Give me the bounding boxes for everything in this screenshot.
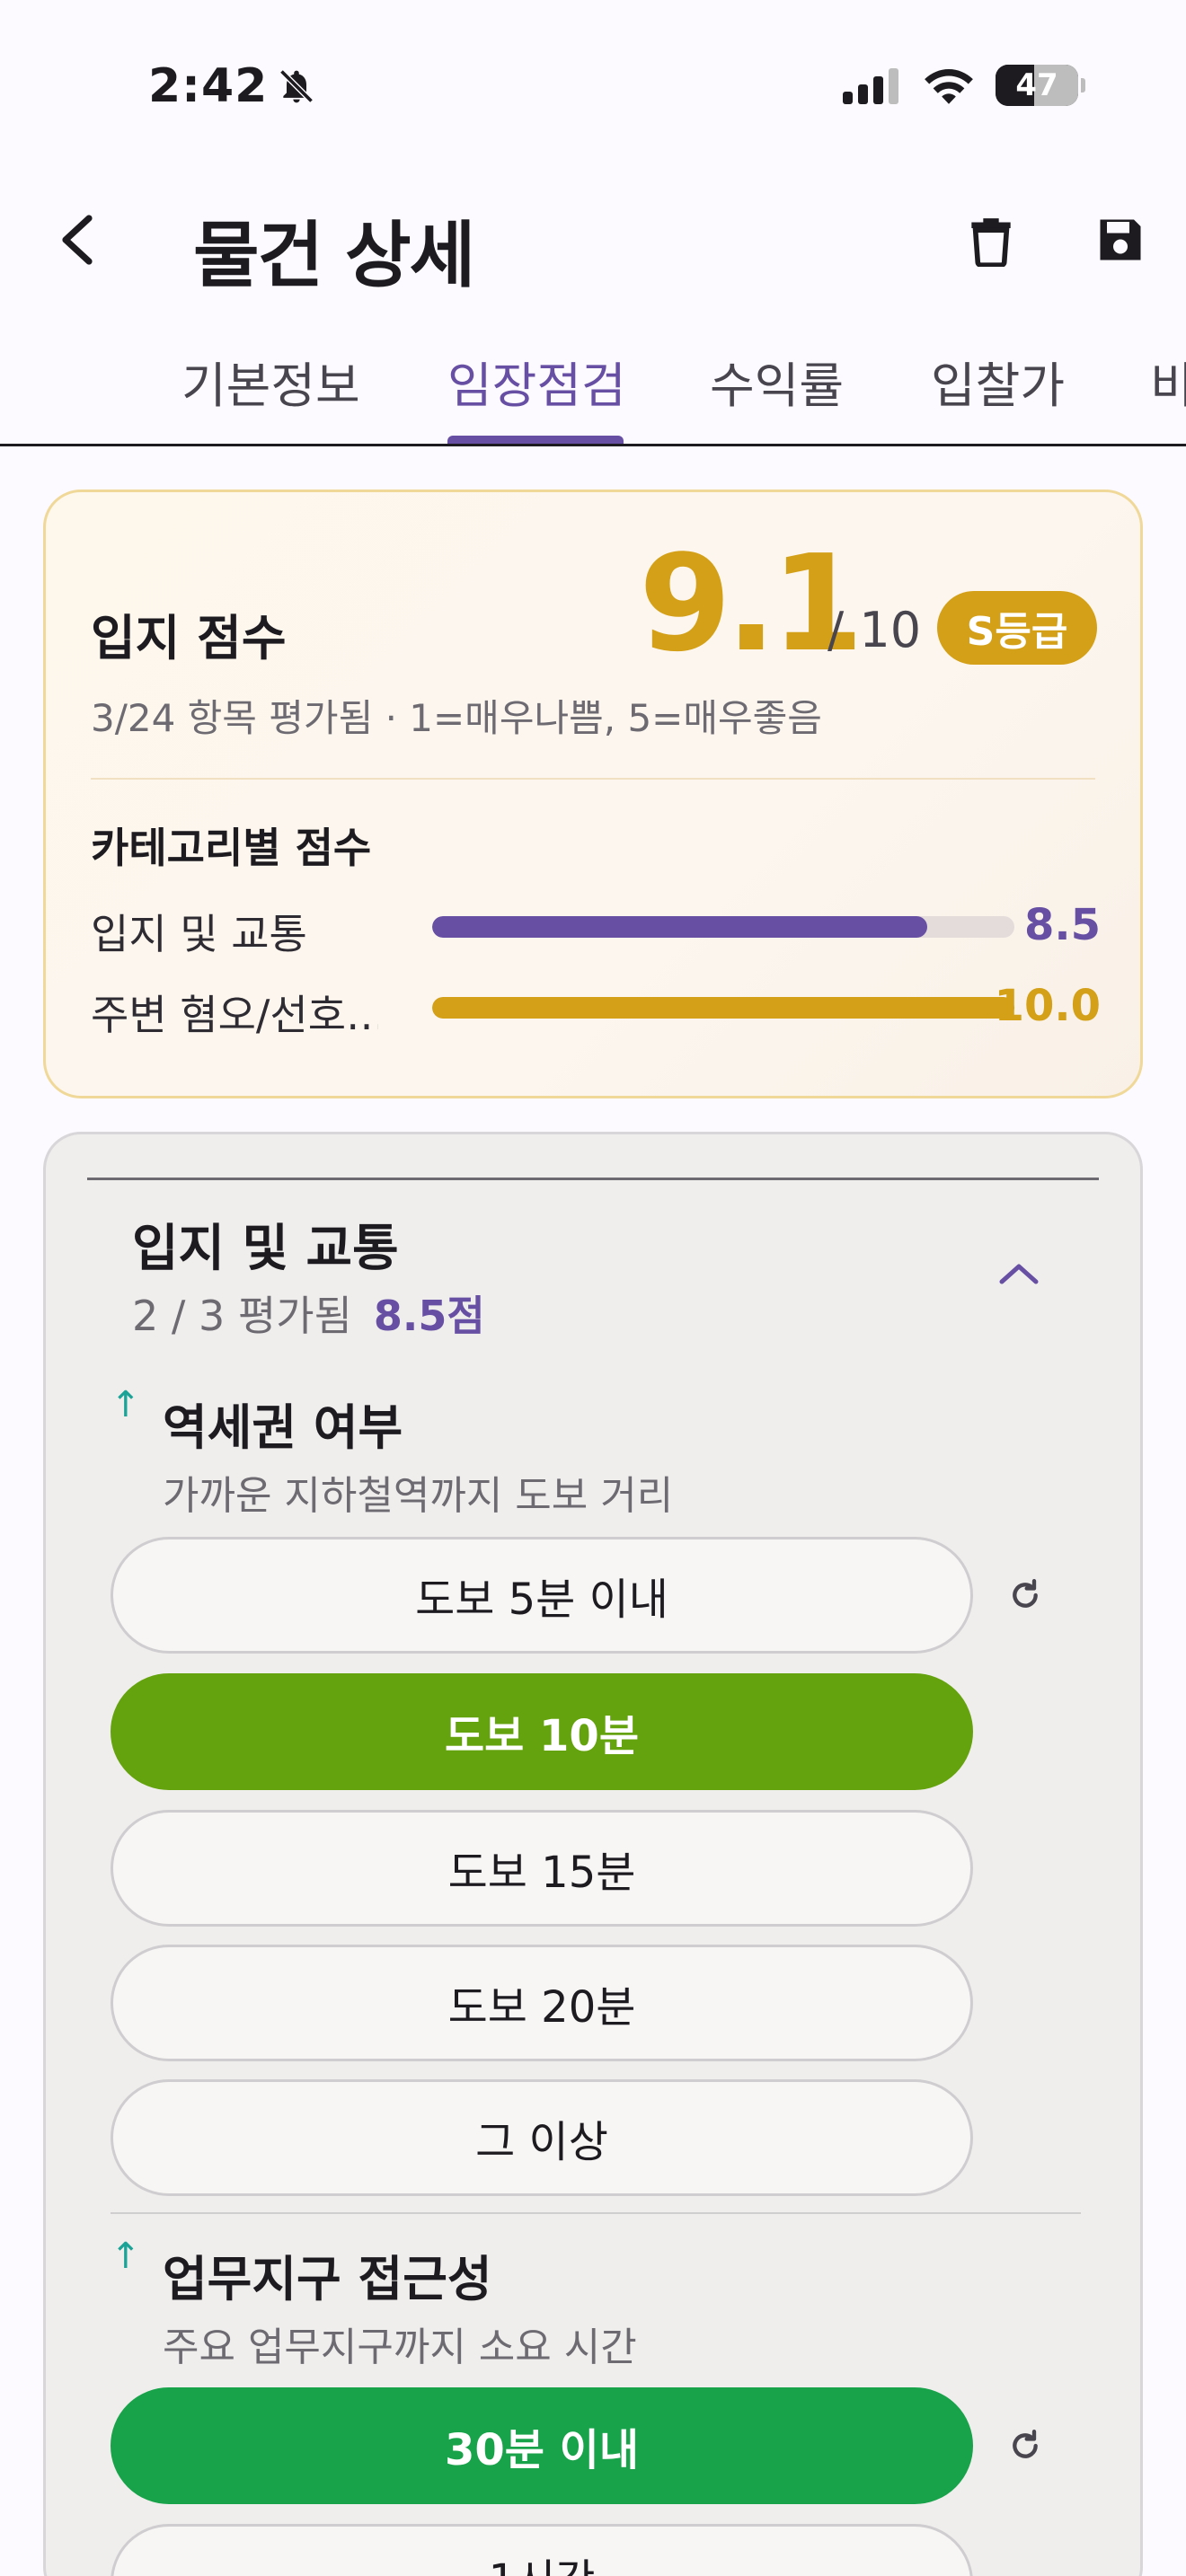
refresh-icon	[1013, 1579, 1038, 1608]
option-button[interactable]: 도보 20분	[111, 1945, 973, 2061]
category-bar-track	[432, 916, 1014, 938]
arrow-up-icon: ↑	[111, 2236, 141, 2277]
category-section-card: 입지 및 교통 2 / 3 평가됨 8.5점 ↑ 역세권 여부 가까운 지하철역…	[43, 1132, 1143, 2576]
category-value: 8.5	[1023, 900, 1101, 950]
question-title: 역세권 여부	[163, 1399, 403, 1456]
option-button-selected[interactable]: 30분 이내	[111, 2387, 973, 2504]
category-heading: 카테고리별 점수	[91, 824, 372, 872]
question-description: 주요 업무지구까지 소요 시간	[163, 2325, 637, 2370]
category-row: 입지 및 교통 8.5	[91, 895, 1101, 958]
status-indicators: 47	[843, 65, 1085, 106]
page-title: 물건 상세	[193, 214, 475, 297]
app-bar: 물건 상세	[0, 171, 1186, 305]
bell-off-icon	[279, 69, 314, 103]
option-button[interactable]: 1시간	[111, 2524, 973, 2576]
score-label: 입지 점수	[91, 610, 287, 666]
section-title[interactable]: 입지 및 교통	[132, 1208, 399, 1281]
wifi-icon	[925, 69, 973, 104]
category-bar-fill	[432, 997, 1014, 1019]
battery-icon: 47	[996, 65, 1085, 106]
tab-site-inspection[interactable]: 임장점검	[447, 346, 626, 417]
option-button[interactable]: 그 이상	[111, 2079, 973, 2196]
arrow-up-icon: ↑	[111, 1384, 141, 1425]
reset-button[interactable]	[998, 2419, 1052, 2473]
score-subtitle: 3/24 항목 평가됨 · 1=매우나쁨, 5=매우좋음	[91, 696, 822, 740]
tab-bar: 기본정보 임장점검 수익률 입찰가 비	[0, 328, 1186, 446]
question-title: 업무지구 접근성	[163, 2251, 492, 2307]
reset-button[interactable]	[998, 1568, 1052, 1622]
delete-button[interactable]	[960, 208, 1022, 271]
floppy-disk-icon	[1100, 219, 1141, 260]
category-name: 입지 및 교통	[91, 910, 307, 958]
section-progress: 2 / 3 평가됨 8.5점	[132, 1284, 485, 1343]
category-name: 주변 혐오/선호…	[91, 991, 378, 1039]
score-value: 9.1	[639, 526, 863, 681]
category-value: 10.0	[994, 981, 1101, 1031]
trash-icon	[971, 218, 1011, 267]
section-progress-text: 2 / 3 평가됨	[132, 1292, 352, 1340]
category-bar-fill	[432, 916, 927, 938]
question-description: 가까운 지하철역까지 도보 거리	[163, 1473, 674, 1519]
section-points: 8.5점	[373, 1292, 485, 1340]
score-max: / 10	[828, 602, 922, 658]
category-row: 주변 혐오/선호… 10.0	[91, 975, 1101, 1039]
tab-yield[interactable]: 수익률	[710, 346, 844, 417]
divider	[111, 2212, 1081, 2214]
chevron-up-icon[interactable]	[996, 1260, 1041, 1287]
location-score-card: 입지 점수 9.1 / 10 S등급 3/24 항목 평가됨 · 1=매우나쁨,…	[43, 490, 1143, 1098]
chevron-left-icon	[62, 215, 93, 265]
option-button-selected[interactable]: 도보 10분	[111, 1673, 973, 1790]
battery-level: 47	[1015, 67, 1058, 103]
tab-bid-price[interactable]: 입찰가	[931, 346, 1065, 417]
tab-more[interactable]: 비	[1150, 346, 1186, 417]
back-button[interactable]	[45, 208, 108, 271]
option-button[interactable]: 도보 15분	[111, 1810, 973, 1927]
status-time: 2:42	[148, 59, 316, 113]
save-button[interactable]	[1089, 208, 1152, 271]
divider	[87, 1178, 1099, 1180]
clock-text: 2:42	[148, 59, 269, 113]
divider	[91, 778, 1095, 780]
refresh-icon	[1013, 2430, 1038, 2458]
tab-basic-info[interactable]: 기본정보	[181, 346, 360, 417]
tab-indicator	[447, 436, 624, 444]
status-bar: 2:42 47	[0, 0, 1186, 171]
option-button[interactable]: 도보 5분 이내	[111, 1537, 973, 1654]
category-bar-track	[432, 997, 1014, 1019]
grade-badge: S등급	[937, 591, 1097, 665]
signal-icon	[843, 68, 898, 104]
